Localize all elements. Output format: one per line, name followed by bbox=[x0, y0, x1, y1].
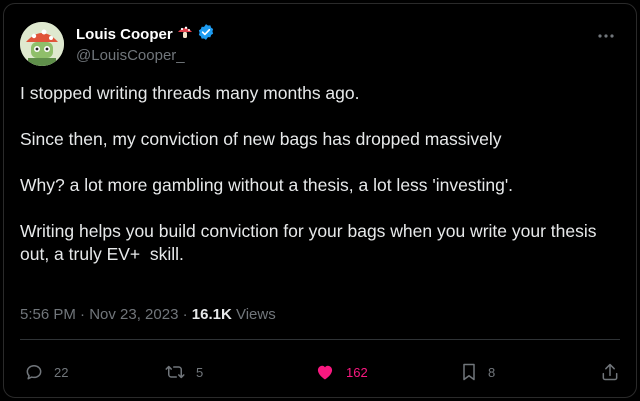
tweet-paragraph: Writing helps you build conviction for y… bbox=[20, 221, 602, 264]
author-info: Louis Cooper @LouisCooper_ bbox=[76, 23, 215, 64]
bookmark-count: 8 bbox=[488, 364, 496, 380]
tweet-paragraph: Since then, my conviction of new bags ha… bbox=[20, 129, 502, 149]
tweet-text: I stopped writing threads many months ag… bbox=[20, 82, 620, 266]
bookmark-icon bbox=[460, 362, 478, 382]
share-icon bbox=[600, 362, 620, 382]
mushroom-icon bbox=[177, 24, 193, 45]
like-count: 162 bbox=[346, 364, 368, 380]
heart-icon bbox=[314, 362, 336, 382]
action-bar: 22 5 162 8 bbox=[4, 359, 636, 385]
repost-icon bbox=[164, 362, 186, 382]
tweet-meta: 5:56 PM · Nov 23, 2023 · 16.1K Views bbox=[20, 306, 276, 323]
views-count: 16.1K bbox=[191, 306, 232, 323]
verified-icon[interactable] bbox=[197, 23, 215, 46]
bookmark-button[interactable]: 8 bbox=[460, 359, 495, 385]
like-button[interactable]: 162 bbox=[314, 359, 368, 385]
reply-icon bbox=[24, 362, 44, 382]
views-label: Views bbox=[231, 306, 276, 323]
tweet-paragraph: I stopped writing threads many months ag… bbox=[20, 83, 360, 103]
tweet-paragraph: Why? a lot more gambling without a thesi… bbox=[20, 175, 514, 195]
tweet-card: Louis Cooper @LouisCooper_ I stopped wri… bbox=[3, 3, 637, 398]
repost-button[interactable]: 5 bbox=[164, 359, 203, 385]
reply-button[interactable]: 22 bbox=[24, 359, 68, 385]
timestamp[interactable]: 5:56 PM · Nov 23, 2023 · bbox=[20, 306, 192, 323]
display-name-row: Louis Cooper bbox=[76, 23, 215, 46]
divider bbox=[20, 339, 620, 340]
repost-count: 5 bbox=[196, 364, 204, 380]
handle[interactable]: @LouisCooper_ bbox=[76, 47, 215, 64]
display-name[interactable]: Louis Cooper bbox=[76, 26, 173, 43]
reply-count: 22 bbox=[54, 364, 69, 380]
tweet-header: Louis Cooper @LouisCooper_ bbox=[20, 18, 620, 68]
avatar[interactable] bbox=[20, 22, 64, 66]
share-button[interactable] bbox=[600, 359, 620, 385]
more-options-icon[interactable] bbox=[594, 28, 618, 44]
